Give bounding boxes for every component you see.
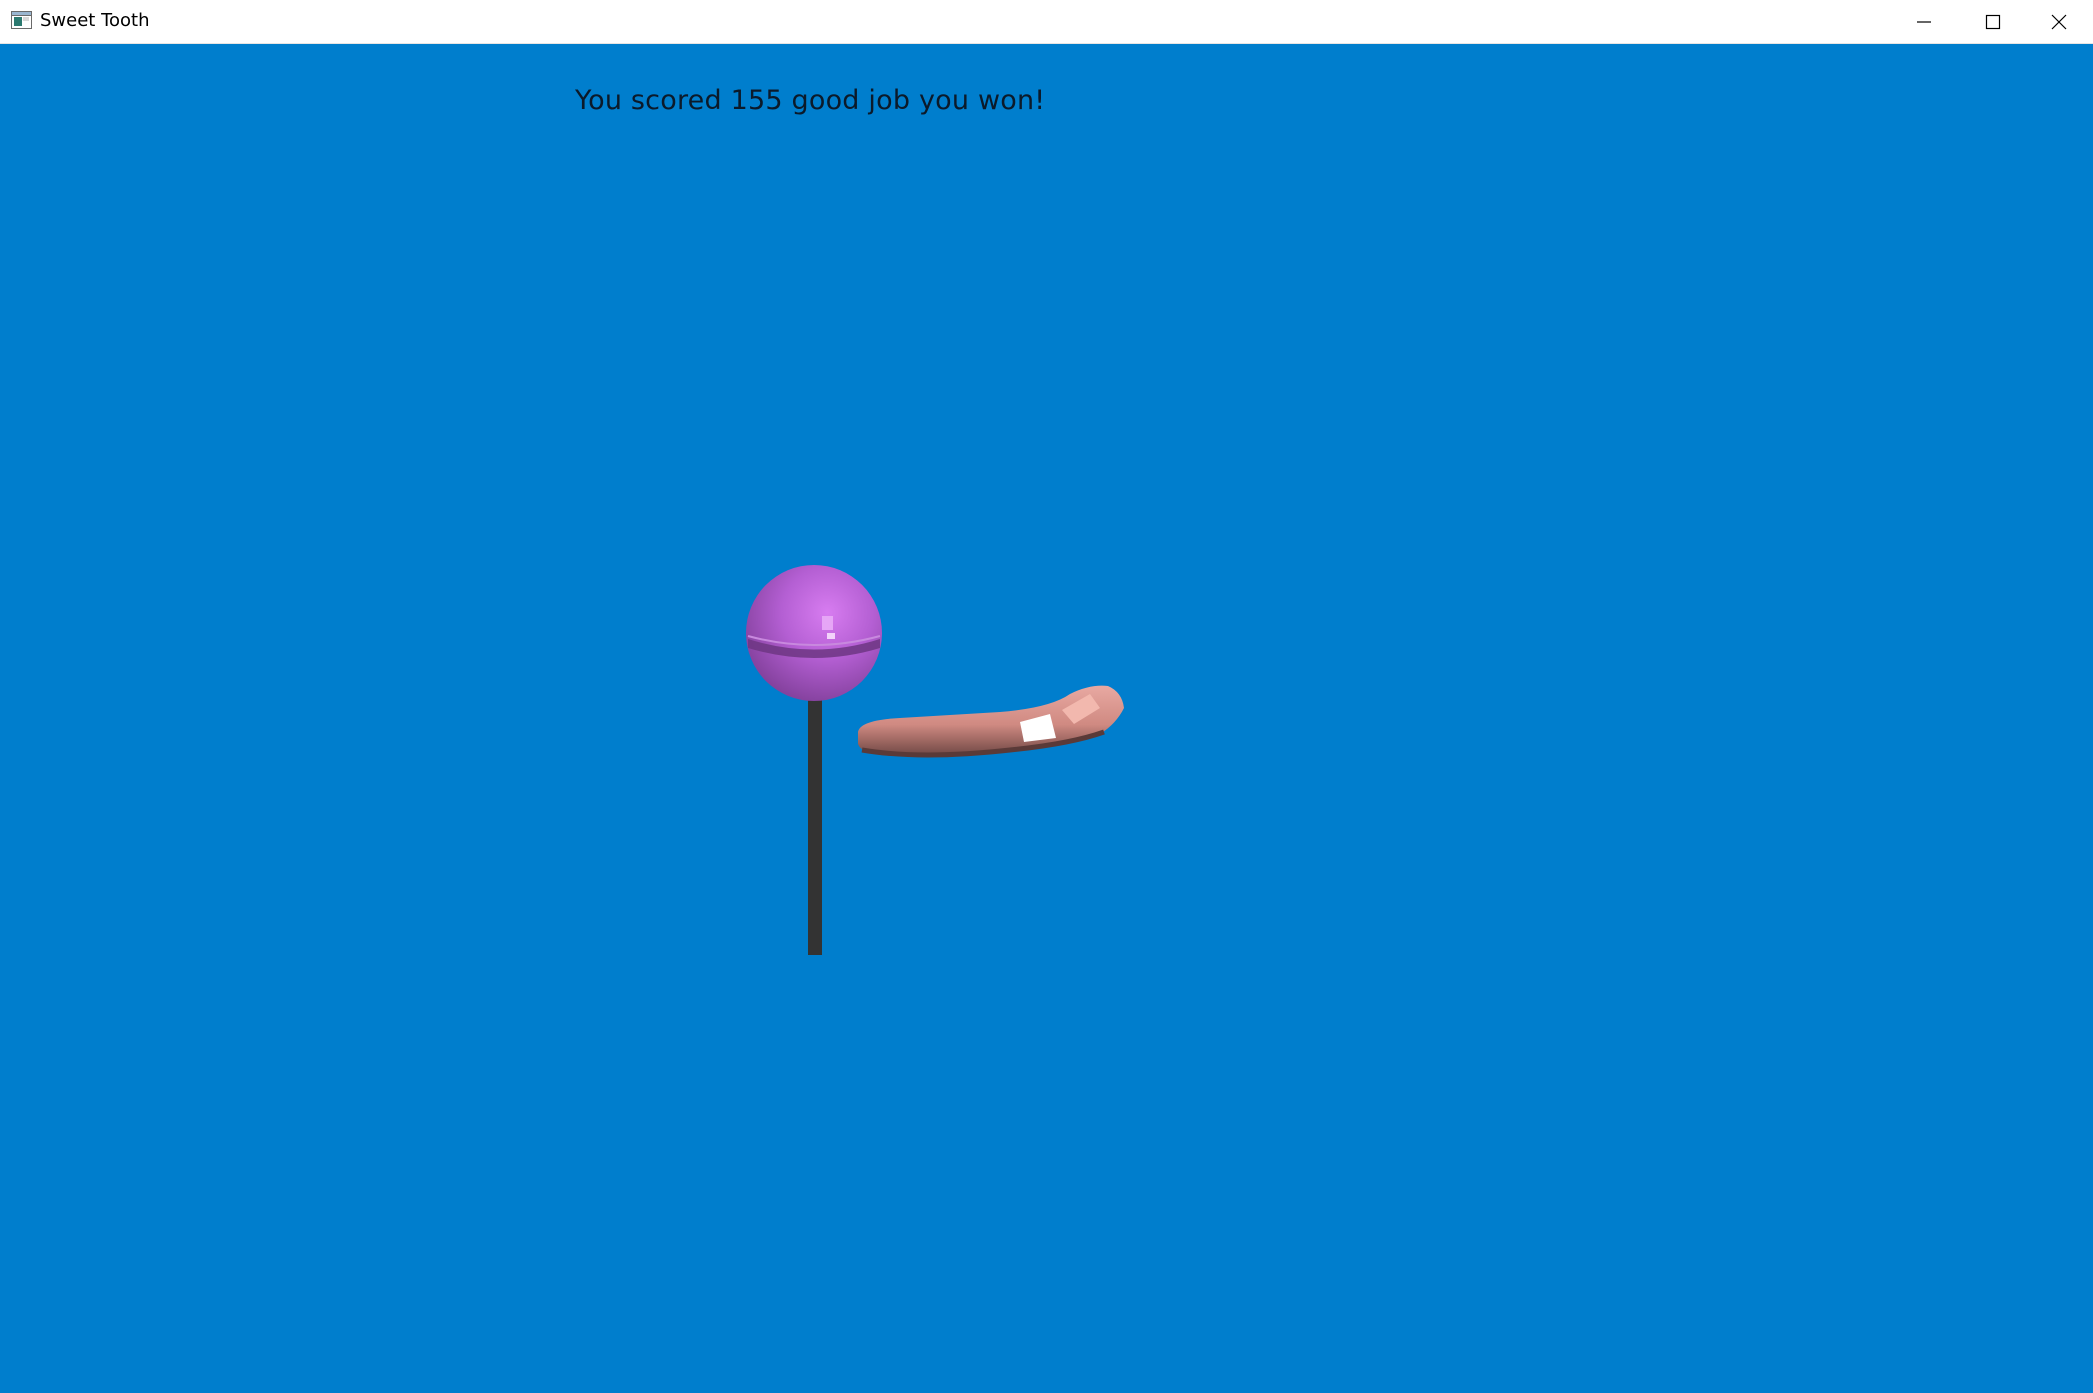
minimize-icon [1916, 20, 1931, 23]
lollipop-stick [808, 684, 822, 955]
minimize-button[interactable] [1889, 0, 1958, 43]
maximize-icon [1985, 14, 2000, 29]
tongue [858, 685, 1124, 758]
close-button[interactable] [2024, 0, 2093, 43]
game-scene [746, 565, 1124, 955]
window-title: Sweet Tooth [40, 10, 150, 31]
lollipop-candy [746, 565, 882, 701]
game-viewport[interactable]: You scored 155 good job you won! [0, 44, 2093, 1393]
app-window-icon [11, 11, 32, 29]
close-icon [2051, 14, 2066, 29]
game-window: Sweet Tooth You scored 155 good job you … [0, 0, 2093, 1393]
title-bar[interactable]: Sweet Tooth [0, 0, 2093, 44]
maximize-button[interactable] [1958, 0, 2027, 43]
